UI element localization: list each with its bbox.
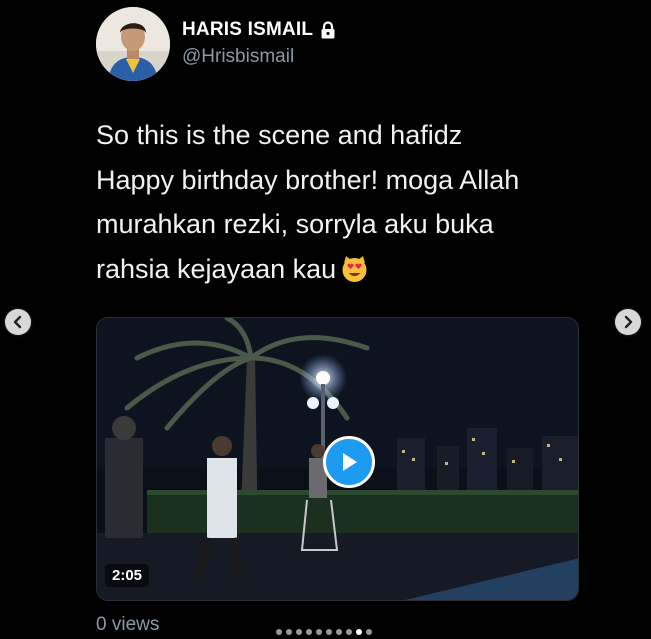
carousel-dot[interactable]: [316, 629, 322, 635]
chevron-left-icon: [13, 315, 22, 329]
carousel-dot[interactable]: [326, 629, 332, 635]
carousel-dot[interactable]: [346, 629, 352, 635]
tweet-line: So this is the scene and hafidz: [96, 120, 463, 150]
avatar[interactable]: [96, 7, 170, 81]
smiling-cat-heart-eyes-icon: [340, 252, 369, 282]
carousel-dot[interactable]: [276, 629, 282, 635]
video-duration: 2:05: [105, 564, 150, 587]
lock-icon: [320, 21, 336, 39]
tweet-line: rahsia kejayaan kau: [96, 253, 337, 284]
user-handle[interactable]: @Hrisbismail: [182, 46, 294, 68]
carousel-dot[interactable]: [306, 629, 312, 635]
carousel-dot[interactable]: [366, 629, 372, 635]
carousel-dot-active[interactable]: [356, 629, 362, 635]
carousel-dot[interactable]: [336, 629, 342, 635]
carousel-dot[interactable]: [286, 629, 292, 635]
carousel-next-button[interactable]: [615, 309, 641, 335]
video-player[interactable]: 2:05: [96, 317, 579, 601]
play-icon: [343, 453, 357, 471]
avatar-image: [96, 7, 170, 81]
view-count: 0 views: [96, 614, 160, 635]
display-name-row[interactable]: HARIS ISMAIL: [182, 19, 336, 41]
carousel-dot[interactable]: [296, 629, 302, 635]
tweet-line: murahkan rezki, sorryla aku buka: [96, 209, 494, 239]
chevron-right-icon: [624, 315, 633, 329]
carousel-indicator: [276, 629, 372, 635]
tweet-text: So this is the scene and hafidz Happy bi…: [96, 113, 616, 291]
carousel-prev-button[interactable]: [5, 309, 31, 335]
tweet-line: Happy birthday brother! moga Allah: [96, 164, 520, 195]
play-button[interactable]: [323, 436, 375, 488]
display-name: HARIS ISMAIL: [182, 19, 314, 40]
tweet-line-last: rahsia kejayaan kau: [96, 247, 616, 292]
